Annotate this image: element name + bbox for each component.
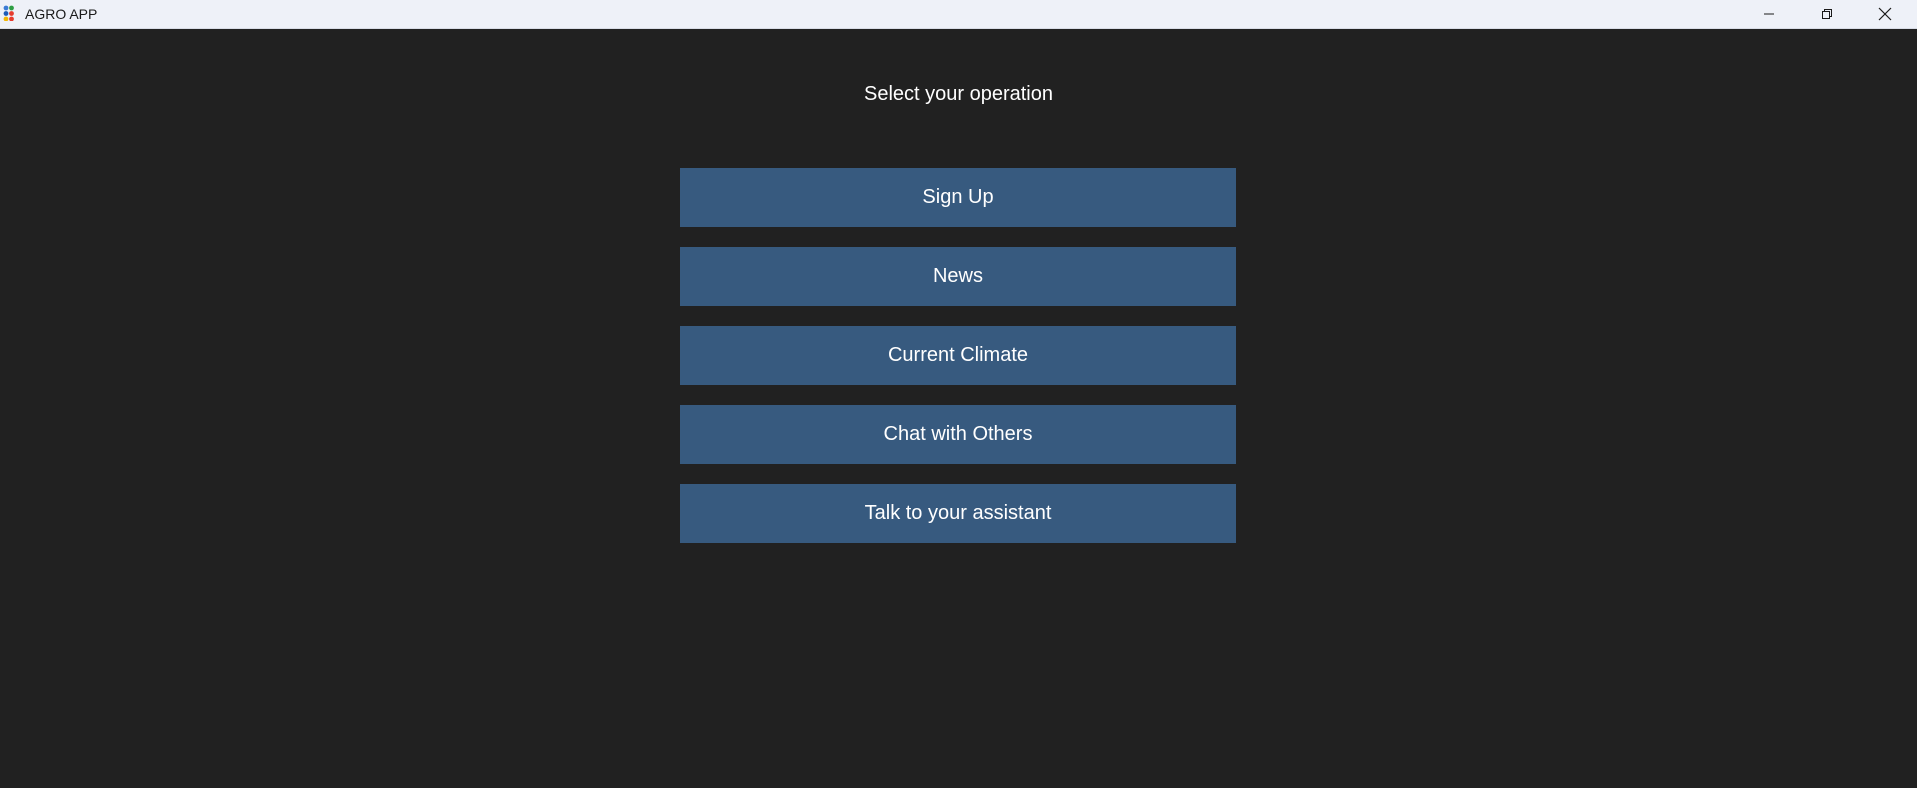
restore-button[interactable] [1798,0,1856,28]
current-climate-button[interactable]: Current Climate [680,326,1236,385]
close-icon [1878,7,1892,21]
page-heading: Select your operation [863,83,1053,105]
app-window: AGRO APP Select your operation Sign Up N… [0,0,1917,788]
minimize-button[interactable] [1740,0,1798,28]
news-button[interactable]: News [680,247,1236,306]
operation-menu: Sign Up News Current Climate Chat with O… [680,168,1236,543]
sign-up-button[interactable]: Sign Up [680,168,1236,227]
window-title: AGRO APP [25,6,98,22]
chat-with-others-button[interactable]: Chat with Others [680,405,1236,464]
restore-icon [1822,9,1832,19]
title-bar[interactable]: AGRO APP [0,0,1917,29]
app-grid-icon [3,5,14,21]
close-button[interactable] [1856,0,1914,28]
talk-to-assistant-button[interactable]: Talk to your assistant [680,484,1236,543]
minimize-icon [1764,13,1774,15]
